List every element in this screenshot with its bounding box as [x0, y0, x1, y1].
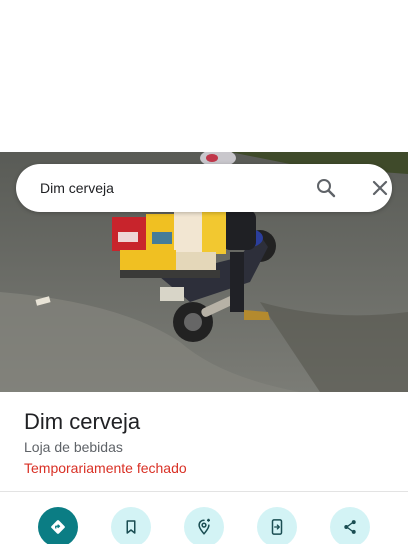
place-status: Temporariamente fechado: [24, 460, 187, 476]
directions-button[interactable]: [38, 507, 78, 544]
action-bar: [0, 507, 408, 544]
save-button[interactable]: [111, 507, 151, 544]
send-to-phone-icon: [271, 519, 283, 535]
search-input[interactable]: Dim cerveja: [40, 164, 114, 212]
share-icon: [344, 520, 356, 534]
search-bar[interactable]: Dim cerveja: [16, 164, 392, 212]
search-icon[interactable]: [314, 176, 338, 200]
bookmark-icon: [126, 520, 136, 534]
place-info: Dim cerveja Loja de bebidas Temporariame…: [24, 408, 392, 477]
send-to-phone-button[interactable]: [257, 507, 297, 544]
divider: [0, 491, 408, 492]
share-button[interactable]: [330, 507, 370, 544]
nearby-button[interactable]: [184, 507, 224, 544]
close-icon[interactable]: [368, 176, 392, 200]
nearby-location-icon: [198, 518, 210, 535]
place-title: Dim cerveja: [24, 409, 141, 434]
place-category: Loja de bebidas: [24, 439, 123, 455]
place-screen: Dim cerveja Dim cerveja Loja de bebidas …: [0, 0, 408, 544]
directions-icon: [51, 520, 65, 534]
